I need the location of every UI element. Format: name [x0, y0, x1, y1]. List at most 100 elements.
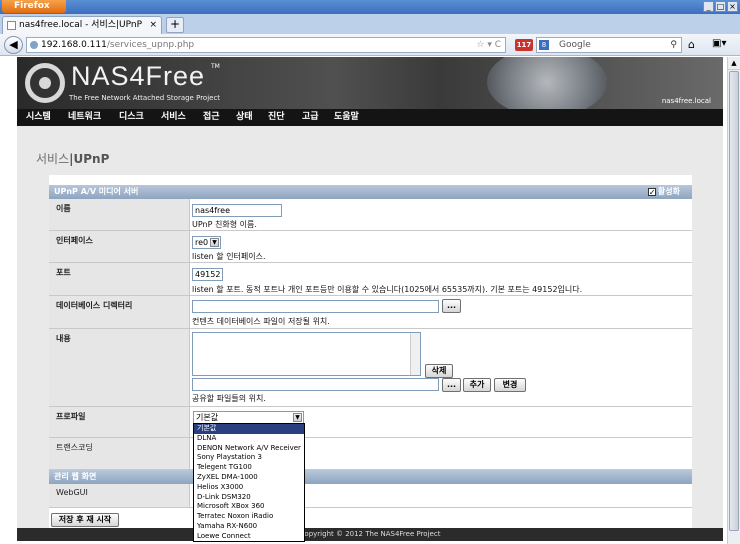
dropdown-arrow-icon[interactable]: ▼ — [210, 238, 219, 247]
dropdown-arrow-icon[interactable]: ▼ — [293, 413, 302, 422]
profile-option[interactable]: Helios X3000 — [194, 483, 304, 493]
label-name: 이름 — [49, 199, 190, 230]
menu-services[interactable]: 서비스 — [161, 109, 186, 126]
back-arrow-icon[interactable]: ◀ — [4, 36, 23, 54]
profile-dropdown-list[interactable]: 기본값 DLNA DENON Network A/V Receiver Sony… — [193, 423, 305, 542]
profile-option[interactable]: DLNA — [194, 434, 304, 444]
name-input[interactable]: nas4free — [192, 204, 282, 217]
label-content: 내용 — [49, 329, 190, 406]
content-path-input[interactable] — [192, 378, 439, 391]
hostname: nas4free.local — [661, 97, 711, 105]
content-hint: 공유할 파일들의 위치. — [192, 394, 266, 403]
window-titlebar: Firefox _ □ × — [0, 0, 740, 14]
profile-option[interactable]: Yamaha RX-N600 — [194, 522, 304, 532]
profile-option[interactable]: Sony Playstation 3 — [194, 453, 304, 463]
label-profile: 프로파일 — [49, 407, 190, 437]
new-tab-button[interactable]: + — [166, 17, 184, 33]
url-controls[interactable]: ☆ ▾ C — [476, 38, 501, 52]
menu-network[interactable]: 네트워크 — [68, 109, 101, 126]
footer-copyright: Copyright © 2012 The NAS4Free Project — [17, 528, 723, 541]
home-icon[interactable]: ⌂ — [688, 38, 695, 51]
menu-disks[interactable]: 디스크 — [119, 109, 144, 126]
row-transcoding: 트랜스코딩 — [49, 438, 692, 470]
nas4free-logo-icon — [25, 63, 65, 103]
profile-option[interactable]: Telegent TG100 — [194, 463, 304, 473]
scroll-up-arrow-icon[interactable]: ▲ — [728, 57, 740, 70]
content-list-scrollbar[interactable] — [410, 333, 420, 375]
main-menu: 시스템 네트워크 디스크 서비스 접근 상태 진단 고급 도움말 — [17, 109, 723, 126]
profile-option[interactable]: DENON Network A/V Receiver — [194, 444, 304, 454]
database-dir-input[interactable] — [192, 300, 439, 313]
enable-checkbox[interactable]: 활성화 — [647, 185, 680, 200]
navigation-toolbar: ◀ 192.168.0.111/services_upnp.php ☆ ▾ C … — [0, 34, 740, 56]
label-port: 포트 — [49, 263, 190, 295]
page-scrollbar[interactable]: ▲ — [727, 57, 740, 544]
profile-option[interactable]: Microsoft XBox 360 — [194, 502, 304, 512]
profile-option[interactable]: Terratec Noxon iRadio — [194, 512, 304, 522]
bookmarks-menu-icon[interactable]: ▣▾ — [712, 38, 726, 49]
label-webgui: WebGUI — [49, 484, 190, 507]
profile-option[interactable]: 기본값 — [194, 424, 304, 434]
tab-close-icon[interactable]: × — [149, 17, 157, 33]
site-banner: NAS4Free TM The Free Network Attached St… — [17, 57, 723, 109]
page-title: 서비스|UPnP — [36, 150, 109, 167]
page-title-section: 서비스 — [36, 152, 70, 166]
tagline: The Free Network Attached Storage Projec… — [69, 94, 221, 102]
close-window-button[interactable]: × — [727, 1, 738, 12]
menu-access[interactable]: 접근 — [203, 109, 220, 126]
row-interface: 인터페이스 — [49, 231, 692, 263]
row-name: 이름 — [49, 199, 692, 231]
name-hint: UPnP 친화형 이름. — [192, 220, 257, 229]
enable-label: 활성화 — [657, 187, 680, 196]
addon-badge-icon[interactable]: 117 — [515, 39, 533, 51]
magnifier-icon[interactable]: ⚲ — [670, 38, 677, 52]
content-list[interactable] — [192, 332, 421, 376]
delete-button[interactable]: 삭제 — [425, 364, 453, 378]
menu-help[interactable]: 도움말 — [334, 109, 359, 126]
url-host: 192.168.0.111 — [41, 40, 107, 50]
interface-hint: listen 할 인터페이스. — [192, 252, 266, 261]
menu-system[interactable]: 시스템 — [26, 109, 51, 126]
tab-title: nas4free.local - 서비스|UPnP — [19, 20, 143, 30]
profile-value: 기본값 — [196, 413, 219, 422]
add-button[interactable]: 추가 — [463, 378, 491, 392]
search-input[interactable]: 8 Google ⚲ — [536, 37, 682, 53]
logo-trademark: TM — [211, 63, 220, 70]
profile-option[interactable]: Loewe Connect — [194, 532, 304, 542]
checkbox-checked-icon[interactable] — [647, 186, 656, 200]
page-title-page: UPnP — [73, 152, 110, 166]
menu-status[interactable]: 상태 — [236, 109, 253, 126]
save-restart-button[interactable]: 저장 후 재 시작 — [51, 513, 119, 527]
search-engine-icon[interactable]: 8 — [539, 40, 549, 50]
database-dir-browse-button[interactable]: ... — [442, 299, 461, 313]
maximize-button[interactable]: □ — [715, 1, 726, 12]
search-placeholder: Google — [559, 40, 591, 50]
change-button[interactable]: 변경 — [494, 378, 526, 392]
section-header: UPnP A/V 미디어 서버 활성화 — [49, 185, 692, 200]
browser-tab[interactable]: nas4free.local - 서비스|UPnP × — [2, 16, 162, 34]
hard-disk-graphic — [487, 57, 607, 109]
url-path: /services_upnp.php — [106, 40, 195, 50]
row-webgui: WebGUI — [49, 484, 692, 508]
admin-section-header: 관리 웹 화면 — [49, 470, 692, 484]
port-input[interactable]: 49152 — [192, 268, 223, 281]
minimize-button[interactable]: _ — [703, 1, 714, 12]
interface-select[interactable]: re0 ▼ — [192, 236, 221, 249]
profile-option[interactable]: ZyXEL DMA-1000 — [194, 473, 304, 483]
firefox-menu-button[interactable]: Firefox — [2, 0, 66, 13]
scroll-thumb[interactable] — [729, 71, 739, 531]
url-bar[interactable]: 192.168.0.111/services_upnp.php ☆ ▾ C — [26, 37, 506, 53]
row-profile: 프로파일 — [49, 407, 692, 438]
label-database-dir: 데이터베이스 디렉터리 — [49, 296, 190, 328]
section-title: UPnP A/V 미디어 서버 — [54, 187, 139, 196]
content-browse-button[interactable]: ... — [442, 378, 461, 392]
tab-strip: nas4free.local - 서비스|UPnP × + — [0, 14, 740, 34]
menu-diagnostics[interactable]: 진단 — [268, 109, 285, 126]
port-hint: listen 할 포트. 동적 포트나 개인 포트등만 이용할 수 있습니다(1… — [192, 285, 583, 294]
globe-icon — [30, 41, 38, 49]
label-transcoding: 트랜스코딩 — [49, 438, 190, 469]
menu-advanced[interactable]: 고급 — [302, 109, 319, 126]
page-favicon-icon — [7, 21, 16, 30]
logo-text: NAS4Free — [71, 61, 206, 91]
profile-option[interactable]: D-Link DSM320 — [194, 493, 304, 503]
